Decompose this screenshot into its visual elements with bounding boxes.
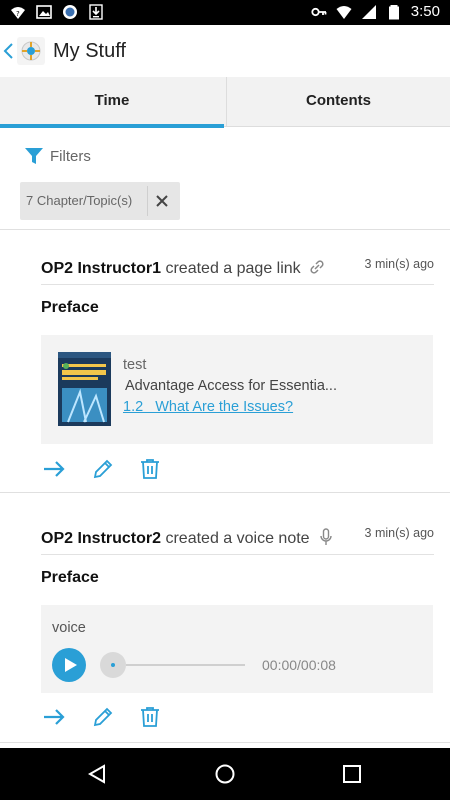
app-logo	[17, 37, 45, 65]
tab-contents-label: Contents	[306, 92, 371, 109]
link-panel[interactable]: test Advantage Access for Essentia... 1.…	[41, 335, 433, 444]
voice-label: voice	[52, 620, 86, 636]
divider	[0, 229, 450, 230]
card-action: created a page link	[161, 260, 301, 277]
back-icon[interactable]	[86, 763, 108, 785]
recents-icon[interactable]	[341, 763, 363, 785]
divider	[0, 742, 450, 743]
card-header: OP2 Instructor2 created a voice note	[41, 528, 334, 548]
status-time: 3:50	[410, 3, 440, 20]
status-bar: ? 3:50	[0, 0, 450, 25]
tab-bar: Time Contents	[0, 77, 450, 128]
edit-pencil-icon[interactable]	[91, 705, 115, 729]
card-author: OP2 Instructor2	[41, 530, 162, 547]
go-to-arrow-icon[interactable]	[42, 705, 66, 729]
wifi-icon	[336, 5, 352, 19]
link-book-title: Advantage Access for Essentia...	[125, 378, 337, 394]
tab-contents[interactable]: Contents	[226, 77, 450, 127]
close-icon[interactable]	[153, 192, 171, 210]
edit-pencil-icon[interactable]	[91, 457, 115, 481]
page-title: My Stuff	[53, 40, 126, 62]
card-author: OP2 Instructor1	[41, 260, 162, 277]
system-nav-bar	[0, 748, 450, 800]
tab-time[interactable]: Time	[0, 77, 224, 128]
wifi-question-icon: ?	[11, 7, 25, 19]
battery-icon	[388, 4, 399, 19]
home-icon[interactable]	[214, 763, 236, 785]
link-reference[interactable]: 1.2 What Are the Issues?	[123, 399, 293, 415]
voice-panel: voice 00:00/00:08	[41, 605, 433, 693]
tab-time-label: Time	[94, 92, 130, 109]
audio-progress-knob[interactable]	[100, 652, 126, 678]
back-chevron-icon[interactable]	[2, 40, 16, 62]
chip-divider	[147, 186, 148, 216]
card-time: 3 min(s) ago	[364, 526, 434, 540]
signal-icon	[361, 4, 376, 19]
microphone-icon	[320, 528, 332, 545]
filter-chip: 7 Chapter/Topic(s)	[20, 182, 180, 220]
tab-active-indicator	[0, 124, 224, 128]
shield-icon	[63, 5, 77, 19]
filters-label: Filters	[50, 147, 91, 165]
key-icon	[311, 7, 327, 16]
go-to-arrow-icon[interactable]	[42, 457, 66, 481]
delete-trash-icon[interactable]	[138, 705, 162, 729]
play-button[interactable]	[52, 648, 86, 682]
filters-button[interactable]: Filters	[24, 146, 91, 166]
card-header-rule	[41, 554, 434, 555]
voice-time: 00:00/00:08	[262, 657, 336, 673]
image-icon	[36, 5, 52, 19]
audio-progress-track[interactable]	[126, 664, 245, 666]
app-bar: My Stuff	[0, 25, 450, 77]
book-cover-image	[58, 352, 111, 426]
download-icon	[89, 4, 103, 20]
link-icon	[310, 260, 324, 274]
card-header: OP2 Instructor1 created a page link	[41, 258, 326, 278]
card-header-rule	[41, 284, 434, 285]
card-chapter: Preface	[41, 299, 99, 316]
delete-trash-icon[interactable]	[138, 457, 162, 481]
filter-icon	[25, 148, 43, 164]
card-time: 3 min(s) ago	[364, 257, 434, 271]
card-action: created a voice note	[161, 530, 310, 547]
svg-text:?: ?	[16, 10, 20, 18]
link-title: test	[123, 357, 147, 373]
filter-chip-label: 7 Chapter/Topic(s)	[26, 193, 133, 208]
divider	[0, 492, 450, 493]
card-chapter: Preface	[41, 569, 99, 586]
